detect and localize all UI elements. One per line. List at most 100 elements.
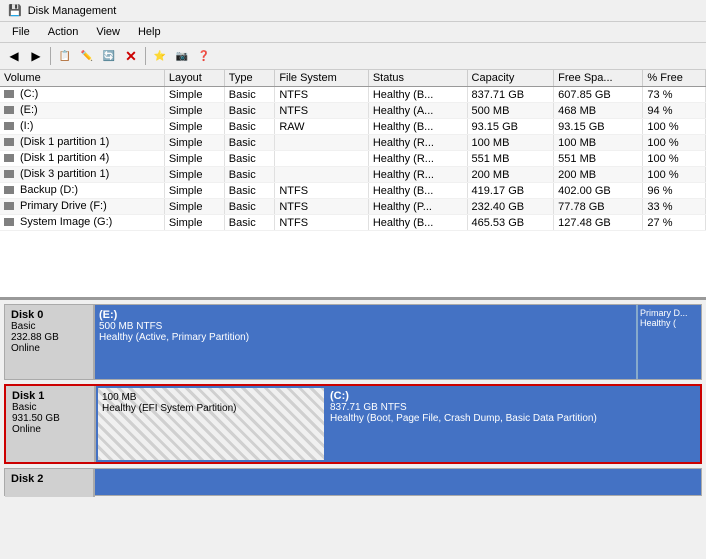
disk1-efi-name: Healthy (EFI System Partition): [102, 403, 320, 414]
disk0-type: Basic: [11, 321, 87, 332]
cell-free: 402.00 GB: [554, 183, 643, 199]
cell-capacity: 419.17 GB: [467, 183, 554, 199]
menu-action[interactable]: Action: [40, 24, 87, 40]
cell-pct: 100 %: [643, 167, 706, 183]
disk0-status: Online: [11, 343, 87, 354]
col-capacity[interactable]: Capacity: [467, 70, 554, 87]
cell-type: Basic: [224, 183, 275, 199]
disk0-label: Disk 0 Basic 232.88 GB Online: [5, 305, 95, 379]
disk0-e-info: Healthy (Active, Primary Partition): [99, 332, 632, 343]
disk0-e-size: 500 MB NTFS: [99, 321, 632, 332]
table-row[interactable]: (Disk 1 partition 1) Simple Basic Health…: [0, 135, 706, 151]
cell-type: Basic: [224, 167, 275, 183]
cell-type: Basic: [224, 119, 275, 135]
cell-volume: (I:): [0, 119, 164, 135]
back-button[interactable]: ◀: [4, 46, 24, 66]
cell-free: 468 MB: [554, 103, 643, 119]
disk0-primary-info: Healthy (: [640, 318, 699, 328]
disk1-row: Disk 1 Basic 931.50 GB Online 100 MB Hea…: [4, 384, 702, 464]
table-row[interactable]: System Image (G:) Simple Basic NTFS Heal…: [0, 215, 706, 231]
disk2-label: Disk 2: [5, 469, 95, 497]
disk0-primary[interactable]: Primary D... Healthy (: [636, 305, 701, 379]
cell-free: 100 MB: [554, 135, 643, 151]
disk1-partitions: 100 MB Healthy (EFI System Partition) (C…: [96, 386, 700, 462]
disk2-row: Disk 2: [4, 468, 702, 496]
cell-volume: (C:): [0, 87, 164, 103]
cell-layout: Simple: [164, 119, 224, 135]
disk1-status: Online: [12, 424, 88, 435]
table-header-row: Volume Layout Type File System Status Ca…: [0, 70, 706, 87]
cell-fs: NTFS: [275, 183, 369, 199]
cell-volume: (Disk 1 partition 4): [0, 151, 164, 167]
title-bar: 💾 Disk Management: [0, 0, 706, 22]
cell-capacity: 93.15 GB: [467, 119, 554, 135]
disk0-name: Disk 0: [11, 309, 87, 321]
cell-capacity: 232.40 GB: [467, 199, 554, 215]
disk2-part[interactable]: [95, 469, 701, 495]
table-row[interactable]: (E:) Simple Basic NTFS Healthy (A... 500…: [0, 103, 706, 119]
col-type[interactable]: Type: [224, 70, 275, 87]
col-filesystem[interactable]: File System: [275, 70, 369, 87]
cell-free: 551 MB: [554, 151, 643, 167]
forward-button[interactable]: ▶: [26, 46, 46, 66]
disk2-partitions: [95, 469, 701, 495]
cell-layout: Simple: [164, 215, 224, 231]
help-button[interactable]: ❓: [194, 46, 214, 66]
cell-pct: 33 %: [643, 199, 706, 215]
cell-volume: System Image (G:): [0, 215, 164, 231]
app-icon: 💾: [8, 4, 22, 17]
snapshot-button[interactable]: 📷: [172, 46, 192, 66]
menu-help[interactable]: Help: [130, 24, 169, 40]
cell-pct: 100 %: [643, 119, 706, 135]
col-freespace[interactable]: Free Spa...: [554, 70, 643, 87]
toolbar: ◀ ▶ 📋 ✏️ 🔄 ✕ ⭐ 📷 ❓: [0, 43, 706, 70]
disk1-c-label: (C:): [330, 390, 696, 402]
cell-capacity: 100 MB: [467, 135, 554, 151]
menu-file[interactable]: File: [4, 24, 38, 40]
disk1-efi-part[interactable]: 100 MB Healthy (EFI System Partition): [96, 386, 326, 462]
cell-capacity: 200 MB: [467, 167, 554, 183]
col-layout[interactable]: Layout: [164, 70, 224, 87]
menu-view[interactable]: View: [88, 24, 128, 40]
cell-capacity: 837.71 GB: [467, 87, 554, 103]
cell-layout: Simple: [164, 151, 224, 167]
col-pctfree[interactable]: % Free: [643, 70, 706, 87]
star-button[interactable]: ⭐: [150, 46, 170, 66]
disk1-name: Disk 1: [12, 390, 88, 402]
col-status[interactable]: Status: [368, 70, 467, 87]
cell-status: Healthy (B...: [368, 183, 467, 199]
rescan-button[interactable]: 🔄: [99, 46, 119, 66]
properties-button[interactable]: 📋: [55, 46, 75, 66]
disk0-part-e[interactable]: (E:) 500 MB NTFS Healthy (Active, Primar…: [95, 305, 636, 379]
cell-capacity: 551 MB: [467, 151, 554, 167]
table-row[interactable]: (Disk 1 partition 4) Simple Basic Health…: [0, 151, 706, 167]
disk1-type: Basic: [12, 402, 88, 413]
cell-pct: 27 %: [643, 215, 706, 231]
cell-fs: [275, 135, 369, 151]
table-row[interactable]: (I:) Simple Basic RAW Healthy (B... 93.1…: [0, 119, 706, 135]
col-volume[interactable]: Volume: [0, 70, 164, 87]
cell-status: Healthy (R...: [368, 167, 467, 183]
edit-button[interactable]: ✏️: [77, 46, 97, 66]
cell-type: Basic: [224, 199, 275, 215]
volume-table-container: Volume Layout Type File System Status Ca…: [0, 70, 706, 300]
table-row[interactable]: Backup (D:) Simple Basic NTFS Healthy (B…: [0, 183, 706, 199]
cell-free: 127.48 GB: [554, 215, 643, 231]
cell-status: Healthy (B...: [368, 119, 467, 135]
delete-button[interactable]: ✕: [121, 46, 141, 66]
table-row[interactable]: Primary Drive (F:) Simple Basic NTFS Hea…: [0, 199, 706, 215]
cell-fs: RAW: [275, 119, 369, 135]
cell-type: Basic: [224, 151, 275, 167]
table-row[interactable]: (C:) Simple Basic NTFS Healthy (B... 837…: [0, 87, 706, 103]
cell-layout: Simple: [164, 87, 224, 103]
disk0-e-label: (E:): [99, 309, 632, 321]
cell-fs: NTFS: [275, 103, 369, 119]
table-row[interactable]: (Disk 3 partition 1) Simple Basic Health…: [0, 167, 706, 183]
menu-bar: File Action View Help: [0, 22, 706, 43]
cell-layout: Simple: [164, 135, 224, 151]
disk0-partitions: (E:) 500 MB NTFS Healthy (Active, Primar…: [95, 305, 701, 379]
cell-pct: 96 %: [643, 183, 706, 199]
cell-type: Basic: [224, 215, 275, 231]
cell-volume: Primary Drive (F:): [0, 199, 164, 215]
disk1-c-part[interactable]: (C:) 837.71 GB NTFS Healthy (Boot, Page …: [326, 386, 700, 462]
